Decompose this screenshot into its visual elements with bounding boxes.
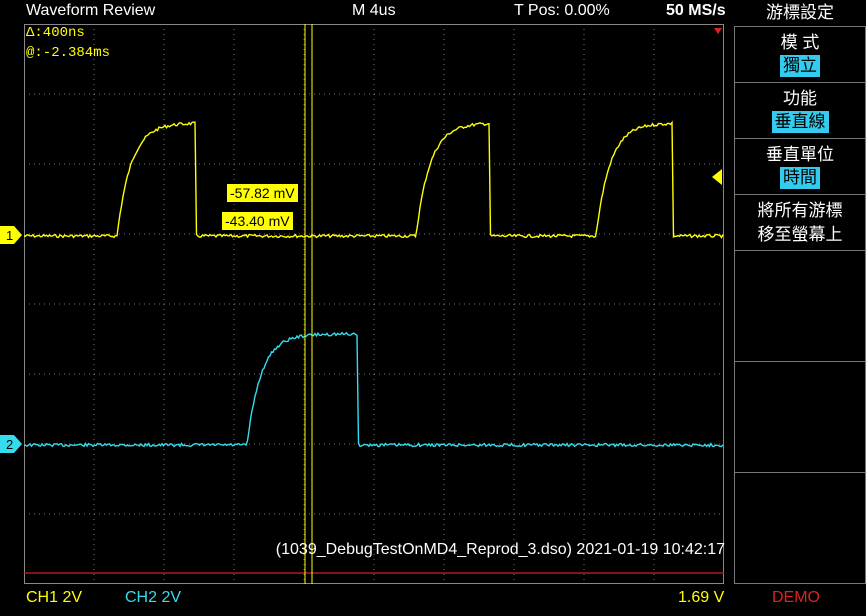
menu-item-mode[interactable]: 模 式 獨立	[734, 26, 866, 83]
trigger-position-icon	[714, 28, 722, 34]
menu-item-move-cursors-label2: 移至螢幕上	[757, 225, 843, 244]
menu-item-function-label: 功能	[783, 89, 817, 108]
cursor-delta-readout: Δ:400ns	[26, 25, 85, 41]
cursor-position-readout: @:-2.384ms	[26, 45, 111, 61]
ch2-marker-label: 2	[6, 437, 13, 452]
trigger-level-icon[interactable]	[710, 169, 722, 185]
ch1-marker-label: 1	[6, 228, 13, 243]
menu-item-empty-3[interactable]	[734, 472, 866, 584]
menu-item-vertical-unit-label: 垂直單位	[766, 145, 834, 164]
trigger-level-readout: 1.69 V	[678, 589, 725, 606]
menu-item-vertical-unit[interactable]: 垂直單位 時間	[734, 138, 866, 195]
menu-item-move-cursors[interactable]: 將所有游標 移至螢幕上	[734, 194, 866, 251]
demo-badge: DEMO	[772, 589, 820, 606]
graticule	[24, 24, 724, 584]
trigger-position-readout: T Pos: 0.00%	[514, 2, 610, 19]
menu-item-mode-value: 獨立	[780, 55, 820, 77]
menu-title: 游標設定	[766, 3, 834, 22]
file-info: (1039_DebugTestOnMD4_Reprod_3.dso) 2021-…	[275, 541, 725, 558]
menu-item-vertical-unit-value: 時間	[780, 167, 820, 189]
ch2-marker[interactable]: 2	[0, 435, 24, 455]
ch2-scale[interactable]: CH2 2V	[125, 589, 181, 607]
timebase-readout: M 4us	[352, 2, 396, 19]
ch1-scale[interactable]: CH1 2V	[26, 589, 82, 607]
ch1-marker[interactable]: 1	[0, 226, 24, 246]
menu-item-function[interactable]: 功能 垂直線	[734, 82, 866, 139]
menu-item-empty-1[interactable]	[734, 250, 866, 362]
menu-item-move-cursors-label: 將所有游標	[757, 201, 843, 220]
status-header: Waveform Review M 4us T Pos: 0.00% 50 MS…	[0, 0, 734, 24]
sample-rate-readout: 50 MS/s	[666, 2, 726, 19]
cursor-a-value: -57.82 mV	[227, 184, 298, 202]
menu-item-empty-2[interactable]	[734, 361, 866, 473]
cursor-settings-menu: 游標設定 模 式 獨立 功能 垂直線 垂直單位 時間 將所有游標 移至螢幕上	[734, 0, 866, 584]
menu-item-function-value: 垂直線	[771, 111, 829, 133]
cursor-b-value: -43.40 mV	[222, 212, 293, 230]
window-title: Waveform Review	[26, 2, 156, 19]
waveform-display[interactable]	[24, 24, 724, 584]
menu-item-mode-label: 模 式	[780, 33, 820, 52]
